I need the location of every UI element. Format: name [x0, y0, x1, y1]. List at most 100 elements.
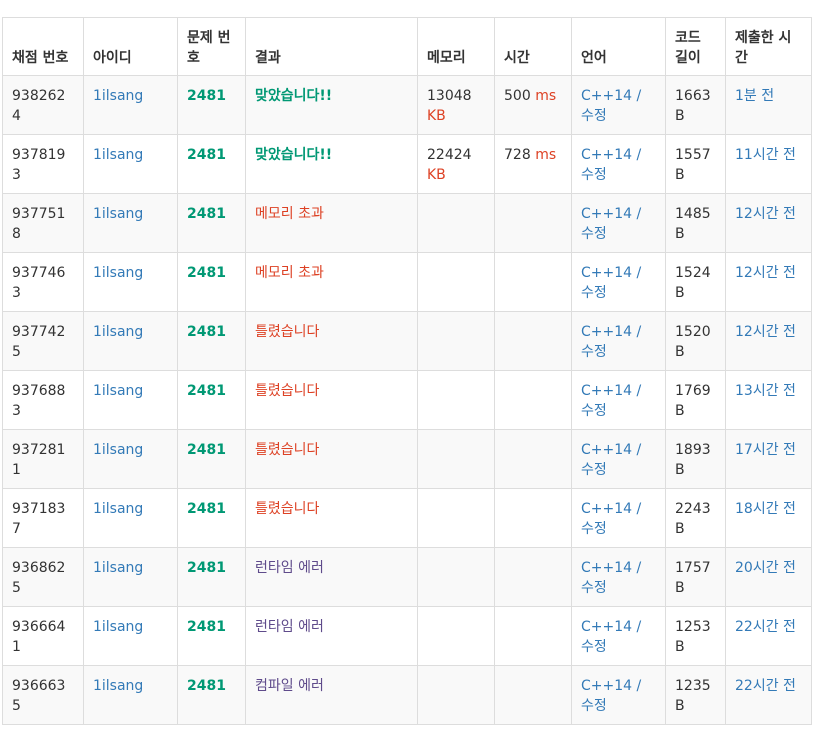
- problem-link[interactable]: 2481: [187, 619, 226, 635]
- language-link[interactable]: C++14 / 수정: [581, 147, 641, 183]
- submitted-at-cell: 12시간 전: [725, 193, 812, 253]
- memory-cell: [417, 252, 495, 312]
- language-link[interactable]: C++14 / 수정: [581, 560, 641, 596]
- user-link[interactable]: 1ilsang: [93, 88, 143, 104]
- submission-id: 9382624: [12, 88, 66, 124]
- language-link[interactable]: C++14 / 수정: [581, 265, 641, 301]
- language-cell: C++14 / 수정: [571, 252, 666, 312]
- problem-link[interactable]: 2481: [187, 560, 226, 576]
- result-text[interactable]: 컴파일 에러: [255, 678, 324, 694]
- result-cell: 맞았습니다!!: [245, 134, 418, 194]
- problem-link[interactable]: 2481: [187, 147, 226, 163]
- language-link[interactable]: C++14 / 수정: [581, 324, 641, 360]
- code-length-unit: B: [675, 698, 685, 714]
- submitted-at-link[interactable]: 12시간 전: [735, 206, 796, 222]
- time-cell: [494, 488, 572, 548]
- table-row: 9366635 1ilsang 2481 컴파일 에러 C++14 / 수정 1235 B…: [2, 665, 812, 725]
- code-length-value: 1520: [675, 324, 711, 340]
- code-length-value: 1769: [675, 383, 711, 399]
- problem-link[interactable]: 2481: [187, 265, 226, 281]
- language-link[interactable]: C++14 / 수정: [581, 383, 641, 419]
- user-link[interactable]: 1ilsang: [93, 501, 143, 517]
- language-link[interactable]: C++14 / 수정: [581, 88, 641, 124]
- language-link[interactable]: C++14 / 수정: [581, 501, 641, 537]
- user-link[interactable]: 1ilsang: [93, 560, 143, 576]
- submitted-at-link[interactable]: 13시간 전: [735, 383, 796, 399]
- result-cell: 컴파일 에러: [245, 665, 418, 725]
- header-submission-id: 채점 번호: [2, 17, 84, 76]
- memory-cell: [417, 370, 495, 430]
- language-link[interactable]: C++14 / 수정: [581, 619, 641, 655]
- submitted-at-link[interactable]: 1분 전: [735, 88, 774, 104]
- submission-id-cell: 9366641: [2, 606, 84, 666]
- submitted-at-cell: 20시간 전: [725, 547, 812, 607]
- submitted-at-cell: 18시간 전: [725, 488, 812, 548]
- code-length-cell: 1235 B: [665, 665, 726, 725]
- submitted-at-link[interactable]: 20시간 전: [735, 560, 796, 576]
- memory-cell: [417, 488, 495, 548]
- memory-cell: [417, 665, 495, 725]
- result-text[interactable]: 런타임 에러: [255, 560, 324, 576]
- problem-link[interactable]: 2481: [187, 501, 226, 517]
- submitted-at-cell: 13시간 전: [725, 370, 812, 430]
- table-row: 9368625 1ilsang 2481 런타임 에러 C++14 / 수정 1757 B…: [2, 547, 812, 607]
- language-cell: C++14 / 수정: [571, 488, 666, 548]
- submitted-at-link[interactable]: 22시간 전: [735, 678, 796, 694]
- memory-value: 13048: [427, 88, 472, 104]
- user-link[interactable]: 1ilsang: [93, 147, 143, 163]
- user-link[interactable]: 1ilsang: [93, 324, 143, 340]
- time-value: 728: [504, 147, 531, 163]
- code-length-unit: B: [675, 521, 685, 537]
- submitted-at-link[interactable]: 11시간 전: [735, 147, 796, 163]
- memory-cell: [417, 311, 495, 371]
- user-link[interactable]: 1ilsang: [93, 206, 143, 222]
- code-length-cell: 1253 B: [665, 606, 726, 666]
- code-length-unit: B: [675, 285, 685, 301]
- language-link[interactable]: C++14 / 수정: [581, 206, 641, 242]
- result-cell: 틀렸습니다: [245, 311, 418, 371]
- submitted-at-link[interactable]: 18시간 전: [735, 501, 796, 517]
- table-row: 9377425 1ilsang 2481 틀렸습니다 C++14 / 수정 1520 B 1…: [2, 311, 812, 371]
- problem-link[interactable]: 2481: [187, 442, 226, 458]
- submitted-at-link[interactable]: 12시간 전: [735, 324, 796, 340]
- language-link[interactable]: C++14 / 수정: [581, 678, 641, 714]
- submitted-at-link[interactable]: 22시간 전: [735, 619, 796, 635]
- table-row: 9376883 1ilsang 2481 틀렸습니다 C++14 / 수정 1769 B1…: [2, 370, 812, 430]
- header-problem-id: 문제 번호: [177, 17, 246, 76]
- submitted-at-link[interactable]: 12시간 전: [735, 265, 796, 281]
- submission-id-cell: 9368625: [2, 547, 84, 607]
- table-row: 9377518 1ilsang 2481 메모리 초과 C++14 / 수정 1485 B…: [2, 193, 812, 253]
- problem-link[interactable]: 2481: [187, 383, 226, 399]
- result-text[interactable]: 런타임 에러: [255, 619, 324, 635]
- header-submitted-at: 제출한 시간: [725, 17, 812, 76]
- language-link[interactable]: C++14 / 수정: [581, 442, 641, 478]
- code-length-unit: B: [675, 403, 685, 419]
- result-text: 메모리 초과: [255, 265, 324, 281]
- memory-cell: 22424 KB: [417, 134, 495, 194]
- user-link[interactable]: 1ilsang: [93, 678, 143, 694]
- code-length-unit: B: [675, 226, 685, 242]
- problem-link[interactable]: 2481: [187, 324, 226, 340]
- result-text: 맞았습니다!!: [255, 147, 333, 163]
- submission-id-cell: 9372811: [2, 429, 84, 489]
- submitted-at-link[interactable]: 17시간 전: [735, 442, 796, 458]
- problem-link[interactable]: 2481: [187, 678, 226, 694]
- language-cell: C++14 / 수정: [571, 311, 666, 371]
- code-length-value: 1757: [675, 560, 711, 576]
- submitted-at-cell: 12시간 전: [725, 311, 812, 371]
- code-length-value: 1663: [675, 88, 711, 104]
- problem-link[interactable]: 2481: [187, 206, 226, 222]
- code-length-unit: B: [675, 344, 685, 360]
- user-link[interactable]: 1ilsang: [93, 442, 143, 458]
- user-link[interactable]: 1ilsang: [93, 383, 143, 399]
- user-link[interactable]: 1ilsang: [93, 265, 143, 281]
- problem-link[interactable]: 2481: [187, 88, 226, 104]
- submission-id-cell: 9377425: [2, 311, 84, 371]
- table-row: 9372811 1ilsang 2481 틀렸습니다 C++14 / 수정 1893 B1…: [2, 429, 812, 489]
- submission-id: 9377463: [12, 265, 66, 301]
- table-row: 9377463 1ilsang 2481 메모리 초과 C++14 / 수정 1524 B…: [2, 252, 812, 312]
- submitted-at-cell: 12시간 전: [725, 252, 812, 312]
- user-link[interactable]: 1ilsang: [93, 619, 143, 635]
- time-cell: [494, 429, 572, 489]
- user-cell: 1ilsang: [83, 370, 178, 430]
